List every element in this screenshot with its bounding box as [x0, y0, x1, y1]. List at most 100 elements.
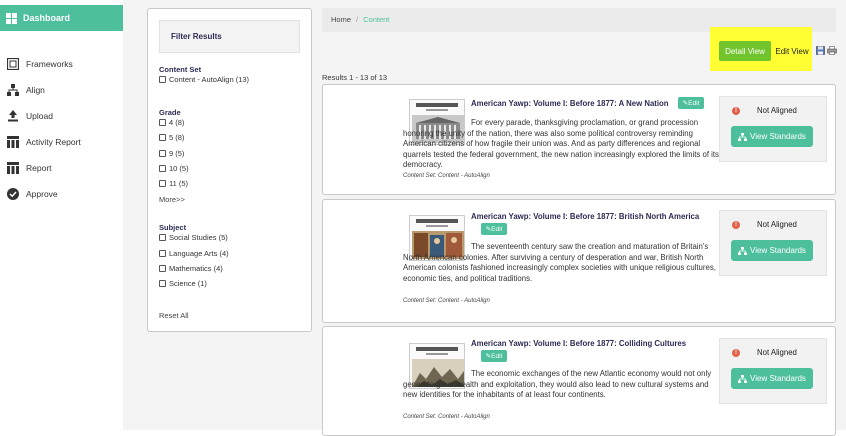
content-set-label: Content Set: Content - AutoAlign: [403, 414, 490, 420]
content-set-label: Content Set: Content - AutoAlign: [403, 173, 490, 179]
warning-icon: !: [732, 221, 740, 229]
more-link[interactable]: More>>: [159, 195, 185, 204]
filter-title: Filter Results: [159, 20, 300, 53]
alignment-status-box: ! Not Aligned View Standards: [719, 210, 827, 276]
filter-option[interactable]: 4 (8): [159, 118, 184, 127]
thumb-heading: [416, 347, 458, 351]
sidebar-item-approve[interactable]: Approve: [0, 185, 123, 203]
report-icon: [7, 162, 19, 174]
filter-option[interactable]: Science (1): [159, 279, 207, 288]
sidebar-item-label: Frameworks: [26, 59, 73, 69]
checkbox[interactable]: [159, 134, 166, 141]
alignment-status-box: ! Not Aligned View Standards: [719, 338, 827, 404]
sidebar-item-label: Approve: [26, 189, 58, 199]
filter-option-label: 9 (5): [169, 149, 185, 158]
edit-button[interactable]: ✎ Edit: [678, 97, 704, 109]
view-standards-label: View Standards: [750, 246, 806, 255]
content-title[interactable]: American Yawp: Volume I: Before 1877: Co…: [471, 339, 686, 348]
status-text: Not Aligned: [757, 220, 797, 229]
status-text: Not Aligned: [757, 106, 797, 115]
print-icon[interactable]: [827, 42, 837, 55]
filter-option[interactable]: 5 (8): [159, 133, 184, 142]
checkbox[interactable]: [159, 234, 166, 241]
sidebar-item-label: Report: [26, 163, 52, 173]
filter-option-label: Science (1): [169, 279, 207, 288]
warning-icon: !: [732, 107, 740, 115]
edit-label: Edit: [688, 99, 700, 107]
thumb-heading: [416, 219, 458, 223]
hierarchy-icon: [738, 374, 748, 383]
breadcrumb-current: Content: [363, 15, 390, 24]
edit-button[interactable]: ✎ Edit: [481, 350, 507, 362]
view-standards-button[interactable]: View Standards: [731, 240, 813, 261]
hierarchy-icon: [738, 132, 748, 141]
breadcrumb-home[interactable]: Home: [331, 15, 351, 24]
filter-option-label: Mathematics (4): [169, 264, 223, 273]
sidebar-item-activity-report[interactable]: Activity Report: [0, 133, 123, 151]
filter-option[interactable]: 11 (5): [159, 179, 188, 188]
sidebar-item-label: Upload: [26, 111, 53, 121]
content-card: American Yawp: Volume I: Before 1877: Co…: [322, 326, 836, 436]
filter-option[interactable]: 10 (5): [159, 164, 189, 173]
content-card: American Yawp: Volume I: Before 1877: Br…: [322, 199, 836, 323]
filter-option[interactable]: 9 (5): [159, 149, 184, 158]
filter-group-content-set: Content Set: [159, 65, 202, 74]
filter-group-subject: Subject: [159, 223, 187, 232]
checkbox[interactable]: [159, 150, 166, 157]
detail-view-button[interactable]: Detail View: [719, 41, 771, 61]
filter-option[interactable]: Social Studies (5): [159, 233, 228, 242]
filter-option-label: 4 (8): [169, 118, 185, 127]
sidebar-item-label: Align: [26, 85, 45, 95]
filter-option[interactable]: Mathematics (4): [159, 264, 223, 273]
edit-label: Edit: [491, 352, 503, 360]
checkbox[interactable]: [159, 119, 166, 126]
checkbox[interactable]: [159, 250, 166, 257]
content-card: American Yawp: Volume I: Before 1877: A …: [322, 84, 836, 195]
hierarchy-icon: [738, 246, 748, 255]
reset-all-link[interactable]: Reset All: [159, 311, 189, 320]
filter-option-label: Social Studies (5): [169, 233, 228, 242]
results-count: Results 1 - 13 of 13: [322, 73, 388, 82]
sidebar-item-report[interactable]: Report: [0, 159, 123, 177]
content-description: For every parade, thanksgiving proclamat…: [403, 118, 719, 170]
checkbox[interactable]: [159, 165, 166, 172]
sidebar-item-frameworks[interactable]: Frameworks: [0, 55, 123, 73]
edit-view-button[interactable]: Edit View: [774, 41, 810, 61]
content-title[interactable]: American Yawp: Volume I: Before 1877: A …: [471, 99, 669, 108]
filter-option[interactable]: Language Arts (4): [159, 249, 229, 258]
sidebar-item-dashboard[interactable]: Dashboard: [0, 5, 123, 31]
breadcrumb-separator: /: [356, 15, 359, 24]
sidebar-item-align[interactable]: Align: [0, 81, 123, 99]
content-description: The seventeenth century saw the creation…: [403, 242, 716, 283]
checkbox[interactable]: [159, 180, 166, 187]
filter-option-label: Language Arts (4): [169, 249, 229, 258]
checkbox[interactable]: [159, 76, 166, 83]
filter-option-label: 11 (5): [169, 179, 189, 188]
edit-label: Edit: [491, 225, 503, 233]
content-title[interactable]: American Yawp: Volume I: Before 1877: Br…: [471, 212, 699, 221]
activity-report-icon: [7, 136, 19, 148]
filter-panel: Filter Results Content Set Content - Aut…: [147, 8, 312, 332]
checkbox[interactable]: [159, 280, 166, 287]
filter-option-label: Content - AutoAlign (13): [169, 75, 250, 84]
view-standards-button[interactable]: View Standards: [731, 368, 813, 389]
filter-group-grade: Grade: [159, 108, 181, 117]
sidebar-item-label: Activity Report: [26, 137, 81, 147]
sidebar: Dashboard Frameworks Align Upload Activi…: [0, 0, 123, 430]
main-content: Home / Content Detail View Edit View Resul…: [322, 0, 846, 436]
upload-icon: [7, 110, 19, 122]
filter-option-label: 10 (5): [169, 164, 189, 173]
edit-button[interactable]: ✎ Edit: [481, 223, 507, 235]
alignment-status-box: ! Not Aligned View Standards: [719, 96, 827, 162]
view-standards-button[interactable]: View Standards: [731, 126, 813, 147]
approve-icon: [7, 188, 19, 200]
save-icon[interactable]: [816, 42, 825, 55]
filter-option[interactable]: Content - AutoAlign (13): [159, 75, 249, 84]
warning-icon: !: [732, 349, 740, 357]
checkbox[interactable]: [159, 265, 166, 272]
sidebar-item-upload[interactable]: Upload: [0, 107, 123, 125]
thumb-heading: [416, 103, 458, 107]
view-standards-label: View Standards: [750, 132, 806, 141]
view-standards-label: View Standards: [750, 374, 806, 383]
content-set-label: Content Set: Content - AutoAlign: [403, 298, 490, 304]
